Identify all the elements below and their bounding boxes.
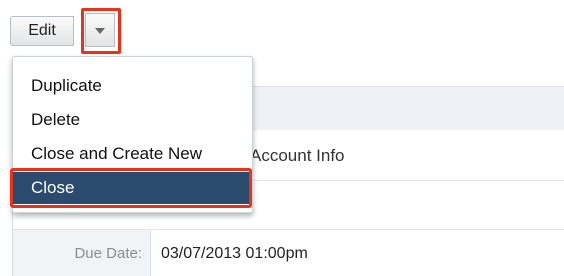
menu-item-duplicate[interactable]: Duplicate — [13, 70, 252, 102]
caret-down-icon — [95, 28, 105, 34]
due-date-label: Due Date: — [74, 245, 142, 262]
menu-item-close-and-create-new[interactable]: Close and Create New — [13, 138, 252, 170]
edit-button[interactable]: Edit — [10, 16, 74, 46]
close-highlight-box — [10, 168, 252, 208]
menu-item-delete[interactable]: Delete — [13, 104, 252, 136]
due-date-label-cell: Due Date: — [12, 230, 151, 276]
due-date-row: Due Date: 03/07/2013 01:00pm — [12, 230, 564, 276]
subject-value: Account Info — [250, 146, 345, 165]
actions-dropdown-toggle[interactable] — [85, 13, 115, 47]
due-date-value: 03/07/2013 01:00pm — [161, 245, 308, 262]
record-actions: Edit — [10, 8, 121, 54]
